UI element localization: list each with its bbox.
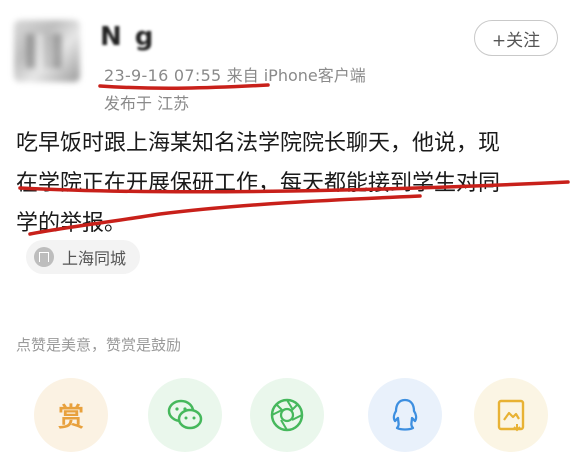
follow-button[interactable]: +关注	[474, 20, 558, 56]
location-tag[interactable]: 上海同城	[26, 240, 141, 274]
location-tag-label: 上海同城	[62, 249, 127, 268]
moments-share-button[interactable]	[250, 378, 324, 452]
reward-tip: 点赞是美意，赞赏是鼓励	[16, 336, 182, 354]
save-image-button[interactable]	[474, 378, 548, 452]
reward-button[interactable]: 赏	[34, 378, 108, 452]
qq-icon	[392, 398, 418, 431]
post-line-1: 吃早饭时跟上海某知名法学院院长聊天，他说，现	[16, 131, 501, 156]
post-time: 23-9-16 07:55	[104, 66, 222, 85]
post-content: 吃早饭时跟上海某知名法学院院长聊天，他说，现 在学院正在开展保研工作，每天都能接…	[16, 124, 568, 244]
follow-label: +关注	[491, 30, 541, 51]
wechat-share-button[interactable]	[148, 378, 222, 452]
city-icon	[34, 247, 54, 267]
post-line-3: 学的举报。	[16, 211, 127, 236]
wechat-icon	[167, 399, 203, 430]
post-meta: 23-9-16 07:55 来自 iPhone客户端	[104, 62, 366, 86]
share-actions: 赏	[0, 378, 580, 458]
moments-icon	[270, 398, 304, 432]
username[interactable]: N g	[100, 22, 155, 52]
post-source: 来自 iPhone客户端	[226, 66, 366, 85]
avatar[interactable]	[14, 20, 80, 82]
post-location: 发布于 江苏	[104, 94, 190, 113]
post-line-2: 在学院正在开展保研工作，每天都能接到学生对同	[16, 171, 501, 196]
qq-share-button[interactable]	[368, 378, 442, 452]
save-image-icon	[497, 399, 525, 432]
reward-icon: 赏	[57, 402, 84, 433]
